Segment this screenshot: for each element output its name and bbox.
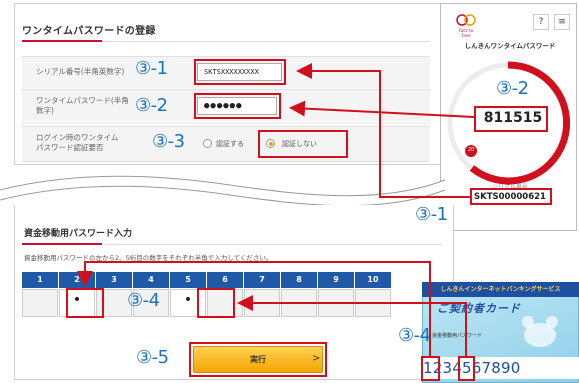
callout-3-1: ③-1: [135, 58, 168, 79]
callout-3-1b: ③-1: [415, 204, 448, 225]
highlight-digit-5: [197, 288, 235, 318]
highlight-no-auth: [258, 130, 348, 158]
serial-label: シリアル番号(半角英数字): [36, 67, 125, 76]
callout-3-3: ③-3: [152, 131, 185, 152]
digit-header-10: 10: [355, 272, 391, 288]
highlight-otp-code: [474, 106, 548, 132]
callout-3-2: ③-2: [135, 95, 168, 116]
highlight-execute: [189, 342, 327, 377]
menu-button[interactable]: ≡: [554, 14, 570, 30]
digit-header-8: 8: [281, 272, 317, 288]
digit-cell-8: [281, 289, 317, 317]
digit-cell-1: [22, 289, 58, 317]
digit-header-6: 6: [207, 272, 243, 288]
otp-label-1: ワンタイムパスワード(半角: [36, 96, 129, 105]
login-label-1: ログイン時のワンタイム: [36, 133, 119, 142]
highlight-serial: [194, 59, 286, 85]
transfer-title: 資金移動用パスワード入力: [24, 229, 133, 239]
digit-header-3: 3: [96, 272, 132, 288]
registration-title: ワンタイムパスワードの登録: [22, 26, 156, 37]
digit-cell-10: [355, 289, 391, 317]
digit-header-9: 9: [318, 272, 354, 288]
radio-auth-yes[interactable]: [203, 139, 212, 148]
digit-header-2: 2: [59, 272, 95, 288]
transfer-accent: [22, 243, 102, 245]
highlight-phone-serial: [470, 188, 552, 205]
card-header: しんきんインターネットバンキングサービス: [422, 282, 579, 297]
timer-value: 20: [467, 147, 475, 153]
digit-header-1: 1: [22, 272, 58, 288]
digit-header-7: 7: [244, 272, 280, 288]
callout-3-5: ③-5: [136, 347, 169, 368]
card-title: ご契約者カード: [437, 302, 521, 315]
face-to-face-logo: Face to Face: [455, 14, 477, 38]
callout-3-4: ③-4: [127, 290, 160, 311]
highlight-otp: [194, 93, 281, 119]
title-accent: [22, 40, 102, 42]
highlight-card-digit-2: [421, 356, 440, 381]
radio-auth-yes-label[interactable]: 認証する: [216, 139, 244, 149]
phone-app-title: しんきんワンタイムパスワード: [464, 42, 556, 50]
card-digit-row: 1234567890: [422, 357, 579, 379]
callout-3-2b: ③-2: [496, 78, 529, 99]
digit-cell-7: [244, 289, 280, 317]
login-label-2: パスワード認証要否: [36, 143, 104, 152]
digit-header-4: 4: [133, 272, 169, 288]
highlight-digit-2: [66, 288, 104, 318]
otp-label-2: 数字): [36, 106, 54, 115]
highlight-card-digit-5: [458, 356, 475, 381]
transfer-instruction: 資金移動用パスワードの左から2、5桁目の数字をそれぞれ半角で入力してください。: [24, 254, 273, 262]
digit-cell-9: [318, 289, 354, 317]
digit-header-5: 5: [170, 272, 206, 288]
callout-3-4b: ③-4: [398, 325, 431, 346]
help-button[interactable]: ?: [533, 14, 549, 30]
card-password-label: 資金移動用パスワード: [432, 333, 483, 339]
